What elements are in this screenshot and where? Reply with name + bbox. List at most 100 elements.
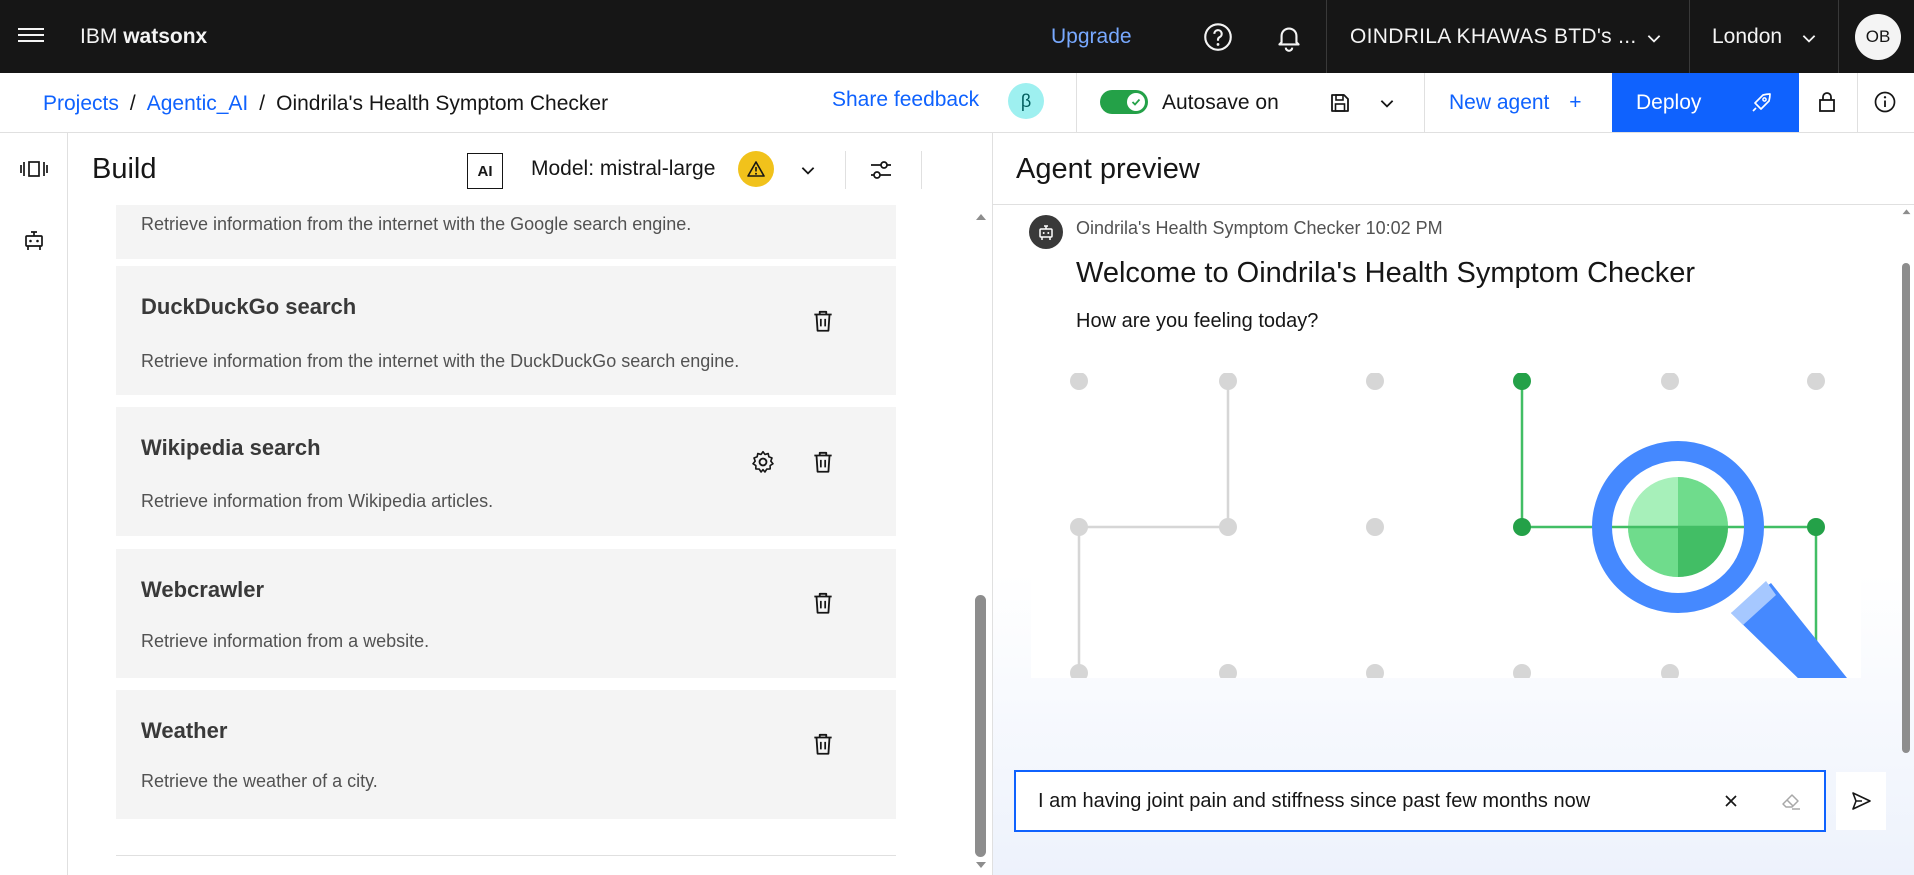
add-icon: + [1569,91,1582,114]
tool-card-wikipedia-search[interactable]: Wikipedia search Retrieve information fr… [116,407,896,536]
top-navigation-bar: IBM watsonx Upgrade OINDRILA KHAWAS BTD'… [0,0,1914,73]
divider [921,151,922,189]
hamburger-icon[interactable] [18,24,44,48]
trash-icon[interactable] [810,308,836,334]
welcome-heading: Welcome to Oindrila's Health Symptom Che… [1076,257,1696,289]
deploy-button[interactable]: Deploy [1612,73,1799,132]
breadcrumb-agentic-ai[interactable]: Agentic_AI [147,92,249,115]
info-icon[interactable] [1873,90,1897,114]
tool-name: DuckDuckGo search [141,294,357,319]
trash-icon[interactable] [810,449,836,475]
scroll-up-arrow-icon[interactable] [1901,207,1912,215]
tool-card-webcrawler[interactable]: Webcrawler Retrieve information from a w… [116,549,896,678]
scrollbar-thumb[interactable] [1902,263,1910,753]
divider [1424,73,1425,133]
divider [1076,73,1077,133]
chevron-down-icon[interactable] [1800,29,1818,47]
model-selector[interactable]: Model: mistral-large [531,157,715,181]
project-toolbar: Projects / Agentic_AI / Oindrila's Health Sy… [0,73,1914,133]
autosave-label: Autosave on [1162,91,1279,114]
divider [1326,0,1327,73]
rocket-icon [1752,93,1771,112]
tool-description: Retrieve the weather of a city. [141,771,378,791]
notification-icon[interactable] [1272,20,1306,54]
tool-description: Retrieve information from a website. [141,631,430,651]
upgrade-link[interactable]: Upgrade [1051,25,1132,49]
agent-preview-title: Agent preview [1016,153,1200,185]
divider [1838,0,1839,73]
lock-icon[interactable] [1816,90,1838,114]
toggle-knob [1127,93,1145,111]
tool-description: Retrieve information from the internet w… [141,351,740,371]
build-scrollbar[interactable] [970,205,992,875]
welcome-question: How are you feeling today? [1076,310,1319,332]
save-icon[interactable] [1328,91,1352,115]
agent-preview-chat: Oindrila's Health Symptom Checker 10:02 … [993,205,1914,875]
chevron-down-icon[interactable] [1645,29,1663,47]
ai-badge: AI [467,153,503,189]
settings-sliders-icon[interactable] [868,157,894,183]
divider [845,151,846,189]
tool-card-weather[interactable]: Weather Retrieve the weather of a city. [116,690,896,819]
chevron-down-icon[interactable] [1378,94,1396,112]
tool-name: Webcrawler [141,577,265,602]
new-agent-button[interactable]: New agent + [1449,91,1582,115]
user-avatar[interactable]: OB [1855,14,1901,60]
agent-icon[interactable] [20,226,48,254]
breadcrumb-separator: / [259,92,266,115]
tool-description: Retrieve information from the internet w… [141,214,692,234]
autosave-toggle[interactable] [1100,90,1148,114]
scroll-down-arrow-icon[interactable] [974,861,988,871]
build-panel-header: Build AI Model: mistral-large [68,133,1027,205]
filmstrip-icon[interactable] [20,155,48,183]
message-time: 10:02 PM [1365,218,1443,238]
brand-ibm: IBM [80,25,118,48]
preview-scrollbar[interactable] [1899,205,1914,765]
build-title: Build [92,153,157,185]
warning-triangle-icon [747,161,765,177]
close-icon[interactable] [1722,792,1740,810]
deploy-label: Deploy [1636,91,1702,114]
bot-icon [1039,225,1053,240]
bot-avatar [1029,215,1063,249]
agent-name: Oindrila's Health Symptom Checker [1076,218,1361,238]
gear-icon[interactable] [750,449,776,475]
region-switcher[interactable]: London [1712,25,1782,49]
share-feedback-link[interactable]: Share feedback [832,88,979,112]
trash-icon[interactable] [810,590,836,616]
agent-preview-header: Agent preview [993,133,1914,205]
beta-badge: β [1008,83,1044,119]
eraser-icon[interactable] [1780,790,1802,812]
tool-name: Wikipedia search [141,435,321,460]
checkmark-icon [1131,98,1141,106]
breadcrumb-current: Oindrila's Health Symptom Checker [276,92,609,115]
symptom-search-illustration [1031,373,1861,678]
tool-name: Weather [141,718,228,743]
help-icon[interactable] [1201,20,1235,54]
breadcrumb-separator: / [129,92,136,115]
left-rail [0,133,68,875]
scroll-up-arrow-icon[interactable] [974,211,988,221]
tool-card-google-search[interactable]: Retrieve information from the internet w… [116,205,896,259]
scrollbar-thumb[interactable] [975,595,986,857]
chat-input-box[interactable] [1014,770,1826,832]
warning-icon[interactable] [738,151,774,187]
breadcrumb-projects[interactable]: Projects [43,92,119,115]
account-switcher[interactable]: OINDRILA KHAWAS BTD's ... [1350,25,1637,49]
tools-list: Retrieve information from the internet w… [68,205,992,875]
send-button[interactable] [1836,772,1886,830]
divider [1857,73,1858,133]
message-meta: Oindrila's Health Symptom Checker 10:02 … [1076,218,1443,239]
product-name[interactable]: IBM watsonx [80,25,207,49]
tool-description: Retrieve information from Wikipedia arti… [141,491,494,511]
divider [116,855,896,856]
breadcrumb: Projects / Agentic_AI / Oindrila's Health Sy… [43,92,608,116]
chevron-down-icon[interactable] [799,161,817,179]
chat-message-input[interactable] [1038,786,1698,816]
send-icon [1852,792,1871,810]
new-agent-label: New agent [1449,91,1550,114]
divider [1689,0,1690,73]
trash-icon[interactable] [810,731,836,757]
tool-card-duckduckgo-search[interactable]: DuckDuckGo search Retrieve information f… [116,266,896,395]
brand-watsonx: watsonx [123,25,208,48]
